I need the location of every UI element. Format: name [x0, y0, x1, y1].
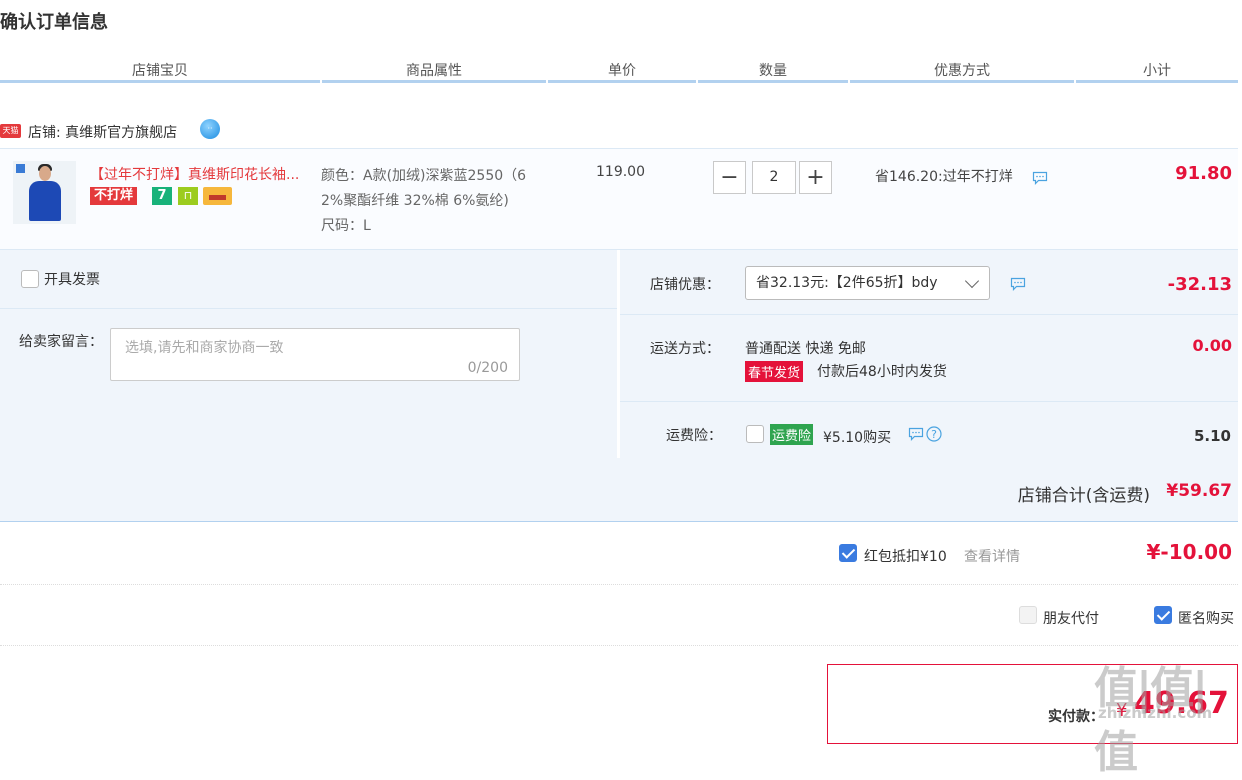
- promo-comment-icon[interactable]: [1032, 171, 1048, 185]
- red-packet-checkbox[interactable]: [839, 544, 857, 562]
- shop-discount-selected: 省32.13元:【2件65折】bdy: [756, 275, 938, 291]
- page-title: 确认订单信息: [0, 12, 108, 33]
- invoice-checkbox[interactable]: [21, 270, 39, 288]
- svg-text:?: ?: [931, 428, 937, 441]
- unit-price: 119.00: [596, 164, 645, 180]
- header-underline: [850, 80, 1074, 83]
- discount-comment-icon[interactable]: [1010, 277, 1026, 291]
- shipping-value: 0.00: [1192, 336, 1232, 355]
- message-label: 给卖家留言：: [19, 334, 103, 350]
- insurance-checkbox[interactable]: [746, 425, 764, 443]
- shop-discount-value: -32.13: [1167, 274, 1232, 295]
- insurance-label: 运费险：: [666, 428, 722, 444]
- chevron-down-icon: [964, 273, 980, 289]
- tmall-logo-icon: 天猫: [0, 124, 21, 138]
- spring-festival-shipping-badge: 春节发货: [745, 361, 804, 382]
- anonymous-checkbox[interactable]: [1154, 606, 1172, 624]
- wangwang-chat-icon[interactable]: ··: [200, 119, 220, 139]
- shop-total-value: ¥59.67: [1166, 481, 1232, 501]
- insurance-price: ¥5.10购买: [823, 430, 892, 446]
- shipping-method: 普通配送 快递 免邮: [745, 341, 866, 357]
- divider: [620, 314, 1238, 315]
- site-watermark-url: zhizhizhi.com: [1098, 704, 1213, 722]
- product-attributes: 颜色：A款(加绒)深紫蓝2550（6 2%聚酯纤维 32%棉 6%氨纶) 尺码：…: [321, 164, 551, 239]
- friend-pay-label: 朋友代付: [1043, 611, 1099, 627]
- shop-discount-label: 店铺优惠：: [650, 277, 720, 293]
- seven-day-return-icon: 7: [152, 187, 172, 205]
- header-underline: [0, 80, 320, 83]
- no-close-badge: 不打烊: [90, 187, 138, 205]
- credit-card-icon: [203, 187, 232, 205]
- friend-pay-checkbox[interactable]: [1019, 606, 1037, 624]
- invoice-label: 开具发票: [44, 272, 100, 288]
- item-subtotal: 91.80: [1175, 163, 1232, 184]
- col-header-unit-price: 单价: [608, 63, 636, 79]
- divider: [620, 401, 1238, 402]
- shipping-label: 运送方式：: [650, 341, 720, 357]
- product-thumbnail[interactable]: [13, 161, 76, 224]
- message-counter: 0/200: [467, 360, 508, 376]
- quantity-decrease-button[interactable]: −: [713, 161, 746, 194]
- shipping-insurance-badge: 运费险: [770, 424, 814, 445]
- header-underline: [548, 80, 696, 83]
- message-placeholder: 选填,请先和商家协商一致: [125, 340, 284, 356]
- shop-discount-select[interactable]: 省32.13元:【2件65折】bdy: [745, 266, 990, 300]
- attr-color: 颜色：A款(加绒)深紫蓝2550（6: [321, 168, 527, 184]
- header-underline: [1076, 80, 1238, 83]
- col-header-attributes: 商品属性: [406, 63, 462, 79]
- attr-material: 2%聚酯纤维 32%棉 6%氨纶): [321, 193, 509, 209]
- col-header-subtotal: 小计: [1143, 63, 1171, 79]
- item-promotion: 省146.20:过年不打烊: [875, 169, 1013, 185]
- anonymous-label: 匿名购买: [1178, 611, 1234, 627]
- insurance-comment-icon[interactable]: [908, 427, 924, 441]
- col-header-quantity: 数量: [759, 63, 787, 79]
- red-packet-details-link[interactable]: 查看详情: [964, 546, 1020, 566]
- seller-message-input[interactable]: 选填,请先和商家协商一致 0/200: [110, 328, 520, 381]
- divider: [0, 645, 1238, 646]
- red-packet-label: 红包抵扣¥10: [864, 549, 947, 565]
- product-name-link[interactable]: 【过年不打烊】真维斯印花长袖...: [90, 164, 315, 184]
- shop-name[interactable]: 店铺: 真维斯官方旗舰店: [28, 122, 177, 142]
- header-underline: [322, 80, 546, 83]
- divider: [0, 584, 1238, 585]
- insurance-value: 5.10: [1193, 427, 1231, 445]
- help-question-icon[interactable]: ?: [926, 426, 942, 442]
- header-underline: [698, 80, 848, 83]
- col-header-shop-item: 店铺宝贝: [132, 63, 188, 79]
- attr-size: 尺码：L: [321, 218, 371, 234]
- divider: [0, 308, 617, 309]
- col-header-discount: 优惠方式: [934, 63, 990, 79]
- shopping-bag-icon: ⊓: [178, 187, 198, 205]
- quantity-input[interactable]: 2: [752, 161, 796, 194]
- red-packet-value: ¥-10.00: [1146, 540, 1232, 564]
- quantity-increase-button[interactable]: +: [799, 161, 832, 194]
- shipping-note: 付款后48小时内发货: [817, 364, 947, 380]
- shop-total-label: 店铺合计(含运费): [1017, 486, 1150, 506]
